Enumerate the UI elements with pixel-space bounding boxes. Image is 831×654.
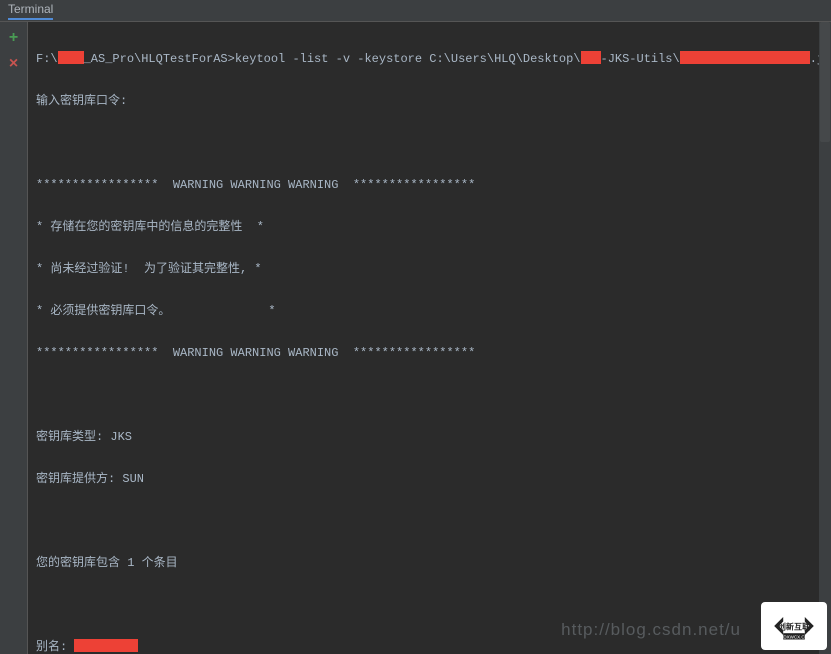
keystore-provider: 密钥库提供方: SUN — [36, 469, 823, 490]
warning-border: ***************** WARNING WARNING WARNIN… — [36, 175, 823, 196]
warning-border: ***************** WARNING WARNING WARNIN… — [36, 343, 823, 364]
warning-text: * 必须提供密钥库口令。* — [36, 301, 823, 322]
watermark-url: http://blog.csdn.net/u — [561, 620, 741, 640]
terminal-title[interactable]: Terminal — [8, 2, 53, 20]
password-prompt: 输入密钥库口令: — [36, 91, 823, 112]
vertical-scrollbar[interactable] — [819, 22, 831, 654]
entry-count: 您的密钥库包含 1 个条目 — [36, 553, 823, 574]
logo-icon: 创新互联 CDXWCX.CN — [767, 606, 821, 646]
warning-text: * 存储在您的密钥库中的信息的完整性 * — [36, 217, 823, 238]
warning-text: * 尚未经过验证! 为了验证其完整性, * — [36, 259, 823, 280]
terminal-title-bar: Terminal — [0, 0, 831, 22]
svg-text:创新互联: 创新互联 — [777, 622, 811, 632]
scrollbar-thumb[interactable] — [820, 22, 830, 142]
svg-text:CDXWCX.CN: CDXWCX.CN — [780, 635, 808, 640]
close-session-icon[interactable]: × — [4, 54, 24, 74]
terminal-output[interactable]: F:\_AS_Pro\HLQTestForAS>keytool -list -v… — [28, 22, 831, 654]
keystore-type: 密钥库类型: JKS — [36, 427, 823, 448]
command-line: F:\_AS_Pro\HLQTestForAS>keytool -list -v… — [36, 49, 823, 70]
logo-badge: 创新互联 CDXWCX.CN — [761, 602, 827, 650]
terminal-gutter: + × — [0, 22, 28, 654]
add-session-icon[interactable]: + — [4, 28, 24, 48]
